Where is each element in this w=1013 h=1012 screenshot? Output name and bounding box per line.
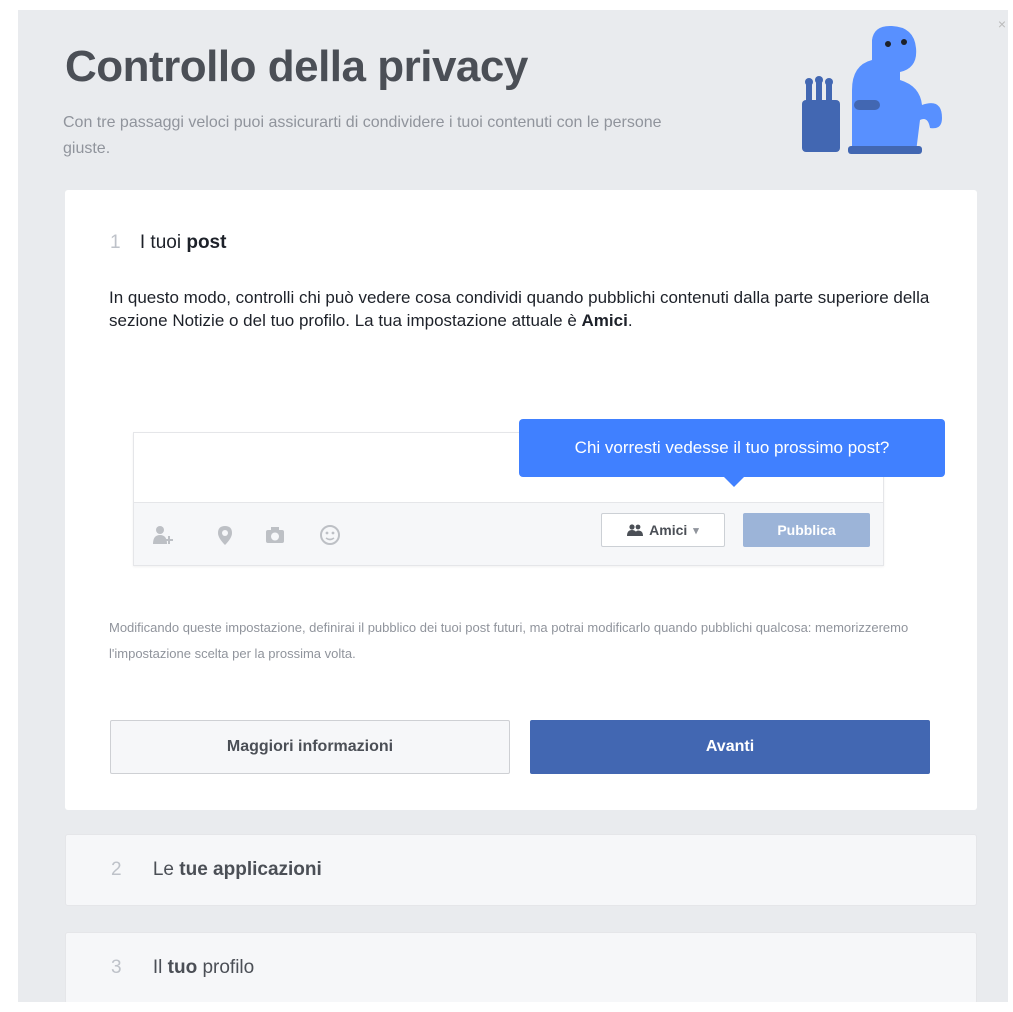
step-title-prefix: Le <box>152 859 174 880</box>
dialog-subtitle: Con tre passaggi veloci puoi assicurarti… <box>63 114 662 157</box>
composer-preview: Amici ▾ Pubblica Chi vorresti vedesse il… <box>133 419 945 566</box>
step-title-bold: tue applicazioni <box>179 859 322 880</box>
dialog-title: Controllo della privacy <box>65 42 528 91</box>
description-end: . <box>627 311 633 330</box>
close-icon[interactable]: × <box>998 16 1006 32</box>
chevron-down-icon: ▾ <box>693 524 699 537</box>
step-title-suffix: profilo <box>202 957 255 978</box>
publish-button[interactable]: Pubblica <box>743 513 870 547</box>
composer-toolbar: Amici ▾ Pubblica <box>134 502 883 565</box>
feeling-smiley-icon <box>320 525 340 545</box>
step-title-bold: post <box>186 232 227 253</box>
step-2-heading: 2 Le tue applicazioni <box>111 859 322 881</box>
step-1-card: 1 I tuoi post In questo modo, controlli … <box>65 190 977 810</box>
step-2-card[interactable]: 2 Le tue applicazioni <box>65 834 977 906</box>
step-number: 1 <box>110 232 121 253</box>
step-number: 2 <box>111 859 122 880</box>
step-1-heading: 1 I tuoi post <box>110 232 226 254</box>
next-button[interactable]: Avanti <box>530 720 930 774</box>
description-text: In questo modo, controlli chi può vedere… <box>109 288 930 330</box>
step-3-heading: 3 Il tuo profilo <box>111 957 254 979</box>
audience-label: Amici <box>649 522 688 538</box>
tag-friends-icon <box>153 526 173 544</box>
privacy-checkup-dialog: × Controllo della privacy Con tre passag… <box>18 10 1008 1002</box>
location-pin-icon <box>218 526 232 545</box>
step-3-card[interactable]: 3 Il tuo profilo <box>65 932 977 1002</box>
step-title-prefix: Il <box>152 957 163 978</box>
current-setting: Amici <box>581 311 628 330</box>
more-info-button[interactable]: Maggiori informazioni <box>110 720 510 774</box>
step-1-note: Modificando queste impostazione, definir… <box>109 620 909 661</box>
audience-selector-button[interactable]: Amici ▾ <box>601 513 725 547</box>
friends-icon <box>627 524 644 536</box>
audience-tooltip: Chi vorresti vedesse il tuo prossimo pos… <box>519 419 945 487</box>
step-1-description: In questo modo, controlli chi può vedere… <box>109 286 939 332</box>
camera-icon <box>266 527 284 543</box>
step-title-prefix: I tuoi <box>139 232 182 253</box>
step-title-bold: tuo <box>167 957 198 978</box>
privacy-dinosaur-icon <box>802 25 942 154</box>
step-number: 3 <box>111 957 122 978</box>
